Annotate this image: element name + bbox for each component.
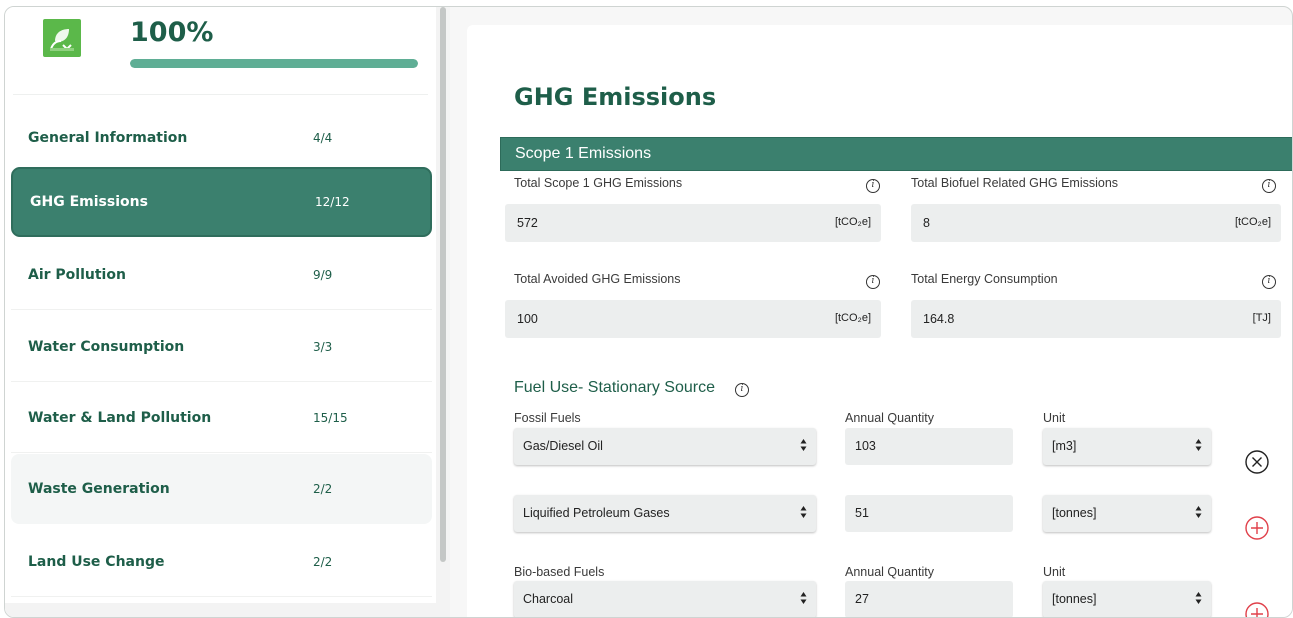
info-icon[interactable]: i <box>735 383 749 397</box>
field-label: Total Energy Consumption <box>911 272 1058 286</box>
col-label-annual-quantity: Annual Quantity <box>845 565 934 579</box>
info-icon[interactable]: i <box>866 179 880 193</box>
sidebar-item-label: GHG Emissions <box>30 194 148 210</box>
sidebar-item-label: Land Use Change <box>28 553 165 570</box>
fuel-section-heading-text: Fuel Use- Stationary Source <box>514 379 715 396</box>
total-biofuel-ghg-field: 8 [tCO₂e] <box>911 204 1281 242</box>
plus-circle-icon[interactable] <box>1244 515 1270 541</box>
field-value: 8 <box>923 216 930 230</box>
field-unit: [tCO₂e] <box>834 312 871 324</box>
sort-arrows-icon <box>800 439 807 451</box>
total-energy-consumption-field: 164.8 [TJ] <box>911 300 1281 338</box>
sidebar-item-water-consumption[interactable]: Water Consumption 3/3 <box>11 312 432 382</box>
field-label: Total Biofuel Related GHG Emissions <box>911 176 1119 190</box>
fossil-fuel-select[interactable]: Gas/Diesel Oil <box>514 428 816 465</box>
sidebar-item-count: 3/3 <box>313 339 333 354</box>
select-value: Liquified Petroleum Gases <box>523 506 670 520</box>
sidebar-item-waste-generation[interactable]: Waste Generation 2/2 <box>11 454 432 524</box>
field-value: 572 <box>517 216 538 230</box>
sidebar-bottom-strip <box>5 603 450 617</box>
sidebar-item-label: Water Consumption <box>28 338 185 355</box>
sidebar-scrollbar[interactable] <box>440 7 446 562</box>
sidebar-item-label: Air Pollution <box>28 266 126 283</box>
col-label-unit: Unit <box>1043 411 1066 425</box>
main-content: GHG Emissions Scope 1 Emissions Total Sc… <box>467 25 1292 618</box>
field-unit: [tCO₂e] <box>834 216 871 228</box>
sidebar-item-ghg-emissions[interactable]: GHG Emissions 12/12 <box>11 167 432 237</box>
progress-bar <box>130 59 418 68</box>
fossil-fuel-select[interactable]: Liquified Petroleum Gases <box>514 495 816 532</box>
bio-fuel-select[interactable]: Charcoal <box>514 581 816 617</box>
sidebar-item-count: 9/9 <box>313 267 333 282</box>
sidebar-item-count: 2/2 <box>313 482 333 496</box>
recycle-leaf-icon <box>43 19 81 57</box>
sidebar-item-count: 4/4 <box>313 130 333 145</box>
unit-select[interactable]: [m3] <box>1043 428 1211 465</box>
total-scope1-ghg-field: 572 [tCO₂e] <box>505 204 881 242</box>
field-value: 164.8 <box>923 312 955 326</box>
app-window: 100% General Information 4/4 GHG Emissio… <box>4 6 1293 618</box>
fuel-section-heading: Fuel Use- Stationary Source <box>514 379 715 397</box>
select-value: [tonnes] <box>1052 506 1097 520</box>
col-label-bio-based-fuels: Bio-based Fuels <box>514 565 605 579</box>
field-label: Total Scope 1 GHG Emissions <box>514 176 683 190</box>
sort-arrows-icon <box>800 592 807 604</box>
sidebar-item-water-land-pollution[interactable]: Water & Land Pollution 15/15 <box>11 383 432 453</box>
sidebar-divider <box>13 94 428 95</box>
sidebar-item-count: 15/15 <box>313 410 348 425</box>
sidebar-item-land-use-change[interactable]: Land Use Change 2/2 <box>11 527 432 597</box>
annual-quantity-input[interactable]: 103 <box>845 428 1013 465</box>
plus-circle-icon[interactable] <box>1244 601 1270 618</box>
progress-bar-fill <box>130 59 418 68</box>
sort-arrows-icon <box>1195 506 1202 518</box>
sidebar-item-label: Waste Generation <box>28 481 170 497</box>
sidebar-item-label: Water & Land Pollution <box>28 409 212 426</box>
select-value: [m3] <box>1052 439 1077 453</box>
col-label-annual-quantity: Annual Quantity <box>845 411 934 425</box>
input-value: 27 <box>855 592 869 606</box>
info-icon[interactable]: i <box>1262 179 1276 193</box>
select-value: Gas/Diesel Oil <box>523 439 603 453</box>
scope1-header-label: Scope 1 Emissions <box>515 145 652 162</box>
scope1-section-header[interactable]: Scope 1 Emissions <box>500 137 1292 171</box>
info-icon[interactable]: i <box>866 275 880 289</box>
sidebar-item-count: 12/12 <box>315 195 350 209</box>
sidebar: 100% General Information 4/4 GHG Emissio… <box>5 7 441 617</box>
sort-arrows-icon <box>1195 592 1202 604</box>
total-avoided-ghg-field: 100 [tCO₂e] <box>505 300 881 338</box>
field-unit: [tCO₂e] <box>1234 216 1271 228</box>
close-circle-icon[interactable] <box>1244 449 1270 475</box>
field-label: Total Avoided GHG Emissions <box>514 272 681 286</box>
input-value: 51 <box>855 506 869 520</box>
annual-quantity-input[interactable]: 27 <box>845 581 1013 617</box>
unit-select[interactable]: [tonnes] <box>1043 495 1211 532</box>
annual-quantity-input[interactable]: 51 <box>845 495 1013 532</box>
progress-percent: 100% <box>130 17 214 48</box>
sidebar-item-general-information[interactable]: General Information 4/4 <box>11 103 432 173</box>
sidebar-item-count: 2/2 <box>313 554 333 569</box>
select-value: [tonnes] <box>1052 592 1097 606</box>
sidebar-item-air-pollution[interactable]: Air Pollution 9/9 <box>11 240 432 310</box>
sort-arrows-icon <box>800 506 807 518</box>
sidebar-item-label: General Information <box>28 129 188 146</box>
input-value: 103 <box>855 439 876 453</box>
col-label-fossil-fuels: Fossil Fuels <box>514 411 581 425</box>
info-icon[interactable]: i <box>1262 275 1276 289</box>
page-title: GHG Emissions <box>514 83 717 111</box>
select-value: Charcoal <box>523 592 574 606</box>
col-label-unit: Unit <box>1043 565 1066 579</box>
field-value: 100 <box>517 312 538 326</box>
field-unit: [TJ] <box>1252 312 1271 324</box>
unit-select[interactable]: [tonnes] <box>1043 581 1211 617</box>
sort-arrows-icon <box>1195 439 1202 451</box>
sidebar-header: 100% <box>5 7 425 93</box>
